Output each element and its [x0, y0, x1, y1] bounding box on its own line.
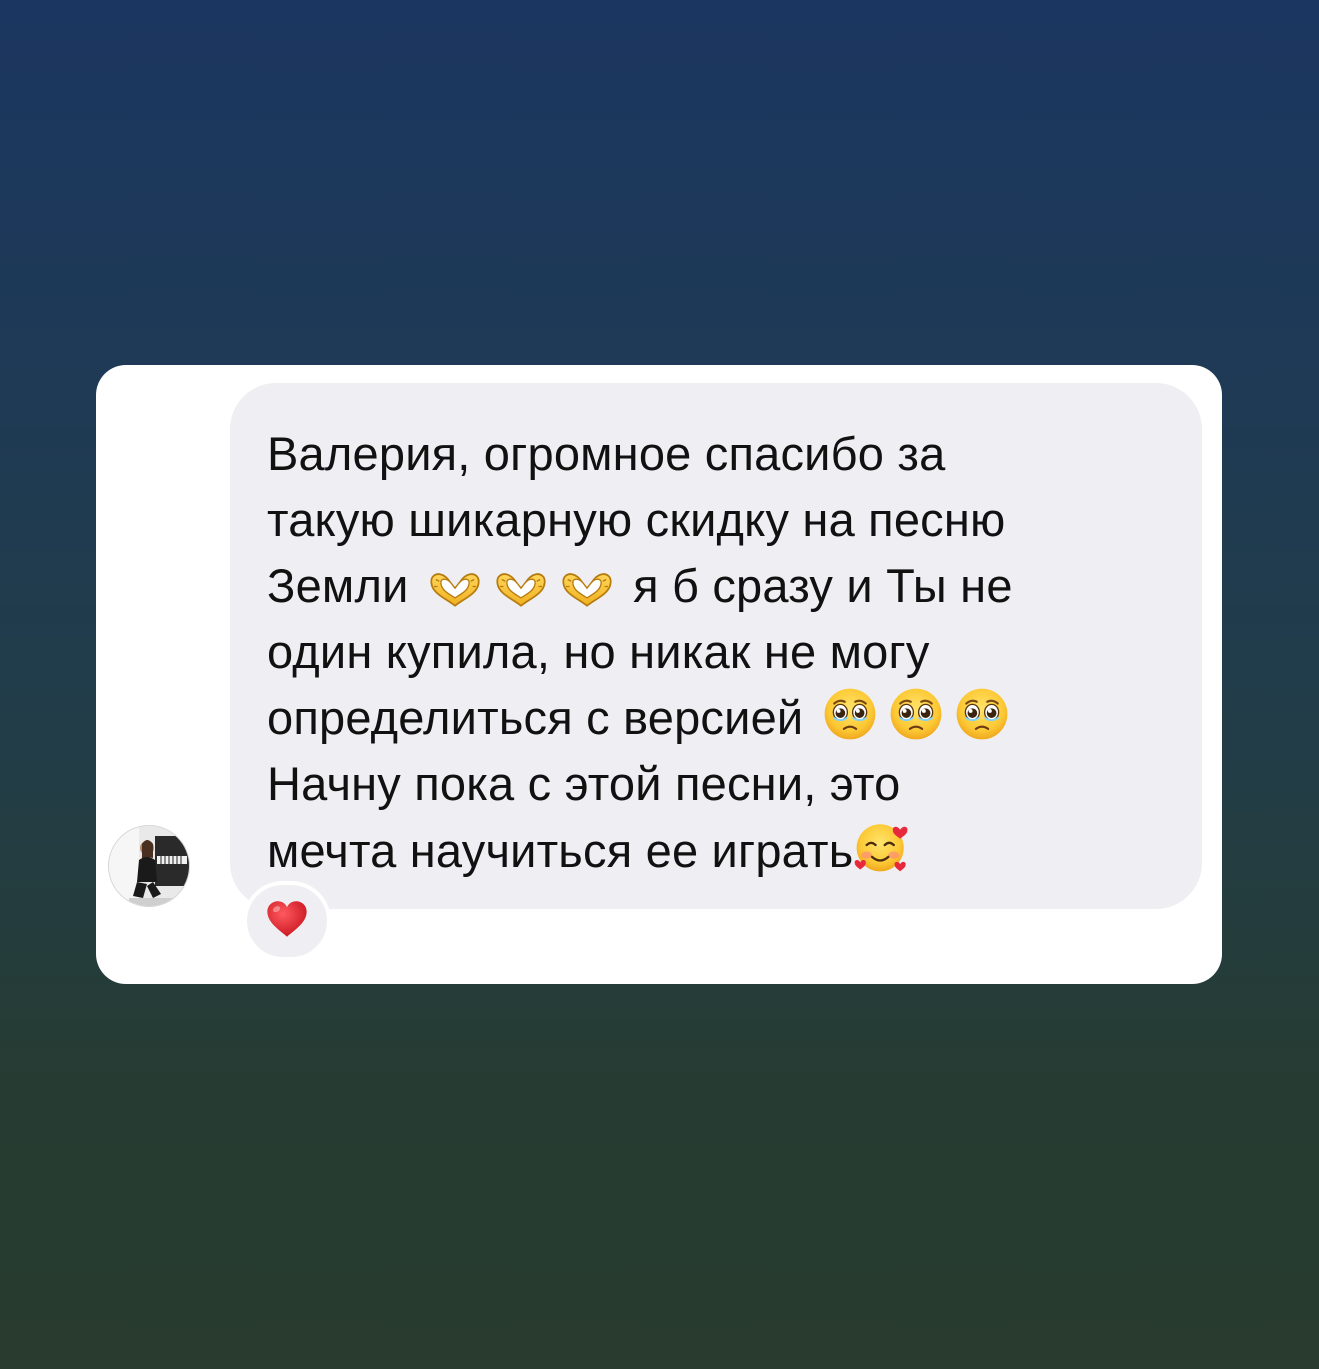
avatar[interactable] — [108, 825, 190, 907]
message-line: мечта научиться ее играть — [267, 817, 1162, 884]
message-line: такую шикарную скидку на песню — [267, 493, 1006, 546]
message-line: один купила, но никак не могу — [267, 625, 930, 678]
message-line: Земли я б сразу и Ты не — [267, 553, 1162, 619]
reaction-badge[interactable] — [243, 881, 331, 961]
smiling-face-with-hearts-icon — [853, 817, 911, 875]
heart-hands-icon — [493, 570, 549, 610]
red-heart-icon — [266, 900, 308, 943]
pleading-face-icon — [954, 686, 1010, 742]
heart-hands-icon — [427, 570, 483, 610]
message-text: Земли — [267, 559, 409, 612]
pleading-face-icon — [888, 686, 944, 742]
message-line: Начну пока с этой песни, это — [267, 757, 901, 810]
message-text: мечта научиться ее играть — [267, 824, 854, 877]
message-text: я б сразу и Ты не — [633, 559, 1013, 612]
heart-hands-icon — [559, 570, 615, 610]
message-line: Валерия, огромное спасибо за — [267, 427, 946, 480]
message-bubble[interactable]: Валерия, огромное спасибо за такую шикар… — [230, 383, 1202, 909]
message-text: определиться с версией — [267, 691, 804, 744]
message-card: Валерия, огромное спасибо за такую шикар… — [96, 365, 1222, 984]
message-line: определиться с версией — [267, 685, 1162, 751]
pleading-face-icon — [822, 686, 878, 742]
